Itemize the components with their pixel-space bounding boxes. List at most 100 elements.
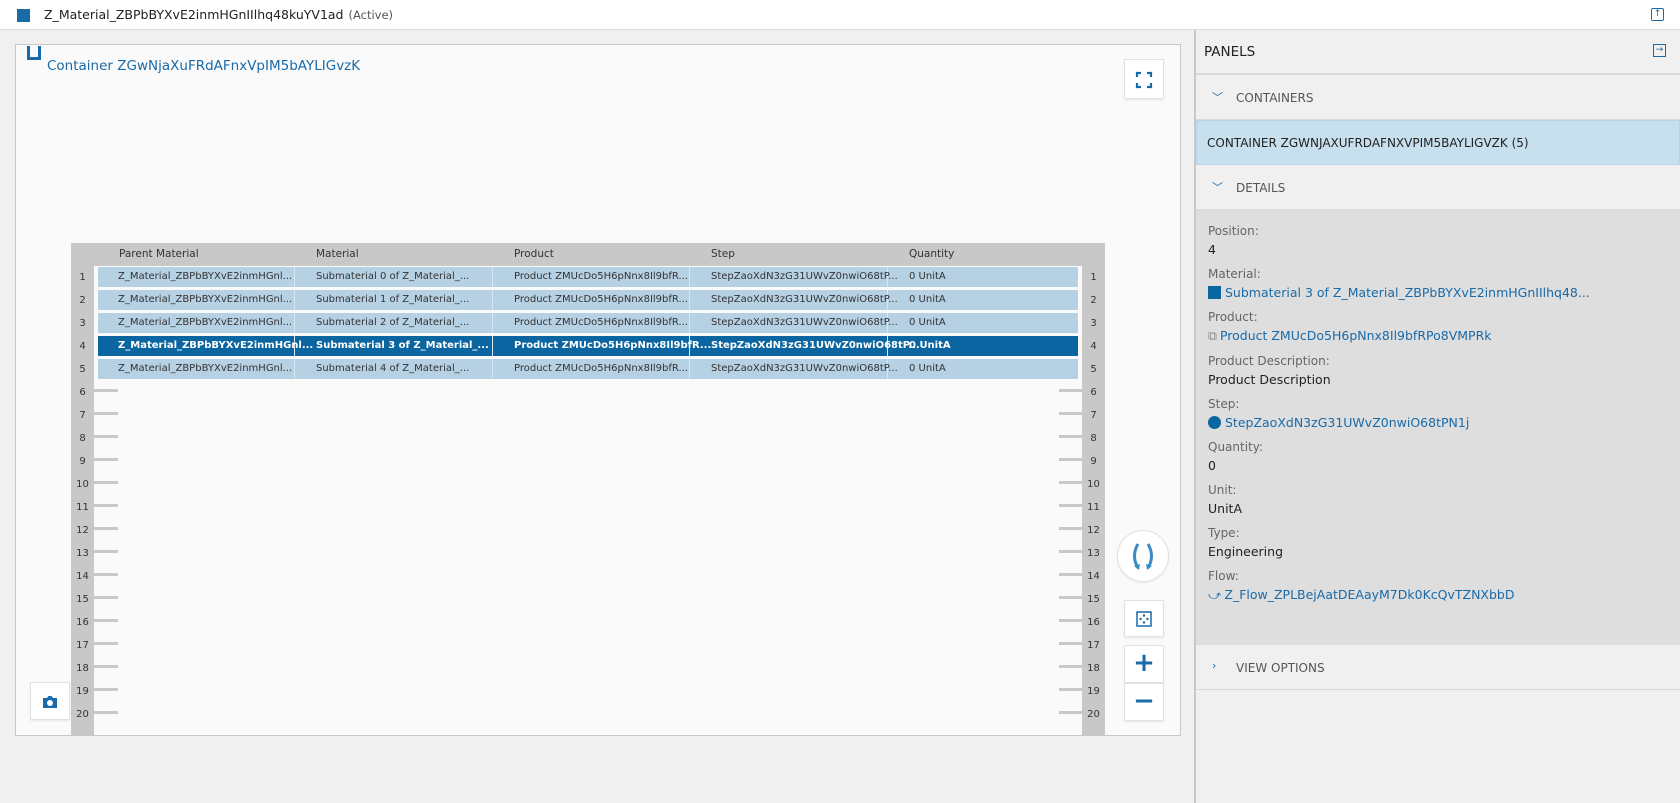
details-section-header[interactable]: ﹀ DETAILS	[1196, 165, 1680, 210]
table-row[interactable]: Z_Material_ZBPbBYXvE2inmHGnl... Submateri…	[98, 290, 1078, 310]
table-row[interactable]: Z_Material_ZBPbBYXvE2inmHGnl... Submateri…	[98, 313, 1078, 333]
right-position-number: 2	[1090, 295, 1097, 306]
container-grid: Parent Material Material Product Step Qu…	[71, 243, 1105, 735]
left-position-number: 2	[79, 295, 86, 306]
table-cell: 0 UnitA	[909, 294, 946, 305]
step-icon	[1208, 416, 1221, 429]
step-link[interactable]: StepZaoXdN3zG31UWvZ0nwiO68tPN1j	[1208, 415, 1668, 430]
right-position-number: 16	[1087, 617, 1100, 628]
empty-slot-marker	[94, 435, 118, 438]
empty-slot-marker	[94, 389, 118, 392]
cell-divider	[492, 267, 493, 287]
chevron-down-icon: ﹀	[1212, 181, 1223, 194]
rotate-button[interactable]	[1117, 530, 1169, 582]
left-position-number: 8	[79, 433, 86, 444]
right-position-number: 1	[1090, 272, 1097, 283]
collapse-panel-icon[interactable]: →	[1653, 44, 1666, 57]
empty-slot-marker	[1059, 573, 1083, 576]
containers-section-header[interactable]: ﹀ CONTAINERS	[1196, 75, 1680, 120]
empty-slot-marker	[1059, 642, 1083, 645]
product-label: Product:	[1208, 310, 1258, 324]
view-options-section-header[interactable]: › VIEW OPTIONS	[1196, 645, 1680, 690]
right-position-number: 14	[1087, 571, 1100, 582]
type-label: Type:	[1208, 526, 1240, 540]
table-cell: Z_Material_ZBPbBYXvE2inmHGnl...	[118, 363, 293, 374]
product-description-label: Product Description:	[1208, 354, 1330, 368]
empty-slot-marker	[1059, 481, 1083, 484]
fit-icon	[1136, 611, 1152, 627]
material-icon	[1208, 286, 1221, 299]
empty-slot-marker	[1059, 389, 1083, 392]
left-position-number: 16	[76, 617, 89, 628]
unit-label: Unit:	[1208, 483, 1237, 497]
empty-slot-marker	[94, 412, 118, 415]
zoom-in-button[interactable]: +	[1124, 645, 1164, 683]
left-position-number: 11	[76, 502, 89, 513]
flow-icon: ⤻	[1208, 587, 1222, 602]
empty-slot-marker	[94, 688, 118, 691]
table-cell: Z_Material_ZBPbBYXvE2inmHGnl...	[118, 317, 293, 328]
table-row[interactable]: Z_Material_ZBPbBYXvE2inmHGnl... Submateri…	[98, 267, 1078, 287]
table-cell: Submaterial 4 of Z_Material_...	[316, 363, 470, 374]
right-position-number: 13	[1087, 548, 1100, 559]
right-position-number: 11	[1087, 502, 1100, 513]
step-label: Step:	[1208, 397, 1240, 411]
table-cell: Submaterial 0 of Z_Material_...	[316, 271, 470, 282]
table-row[interactable]: Z_Material_ZBPbBYXvE2inmHGnl... Submateri…	[98, 359, 1078, 379]
export-icon[interactable]: ↑	[1651, 8, 1664, 21]
position-label: Position:	[1208, 224, 1259, 238]
material-icon	[17, 9, 30, 22]
col-quantity[interactable]: Quantity	[909, 248, 954, 260]
cell-divider	[492, 313, 493, 333]
fullscreen-button[interactable]	[1124, 59, 1164, 99]
cell-divider	[492, 290, 493, 310]
container-title[interactable]: Container ZGwNjaXuFRdAFnxVpIM5bAYLIGvzK	[47, 58, 360, 74]
screenshot-button[interactable]	[30, 682, 70, 720]
chevron-right-icon: ›	[1212, 659, 1217, 672]
right-position-number: 8	[1090, 433, 1097, 444]
containers-label: CONTAINERS	[1236, 91, 1314, 105]
col-product[interactable]: Product	[514, 248, 554, 260]
top-bar: Z_Material_ZBPbBYXvE2inmHGnIIlhq48kuYV1a…	[0, 0, 1680, 30]
cell-divider	[689, 267, 690, 287]
type-value: Engineering	[1208, 544, 1283, 559]
cell-divider	[689, 359, 690, 379]
left-position-number: 18	[76, 663, 89, 674]
material-value: Submaterial 3 of Z_Material_ZBPbBYXvE2in…	[1225, 285, 1590, 300]
zoom-out-button[interactable]: −	[1124, 683, 1164, 721]
right-position-number: 10	[1087, 479, 1100, 490]
table-row[interactable]: Z_Material_ZBPbBYXvE2inmHGnl... Submateri…	[98, 336, 1078, 356]
col-material[interactable]: Material	[316, 248, 359, 260]
table-cell: Z_Material_ZBPbBYXvE2inmHGnl...	[118, 294, 293, 305]
details-body: Position: 4 Material: Submaterial 3 of Z…	[1196, 210, 1680, 645]
left-position-number: 5	[79, 364, 86, 375]
left-position-number: 10	[76, 479, 89, 490]
table-cell: StepZaoXdN3zG31UWvZ0nwiO68tP...	[711, 317, 898, 328]
table-cell: 0 UnitA	[909, 363, 946, 374]
product-link[interactable]: ⧉ Product ZMUcDo5H6pNnx8Il9bfRPo8VMPRk	[1208, 328, 1668, 344]
position-value: 4	[1208, 242, 1216, 257]
col-parent-material[interactable]: Parent Material	[119, 248, 199, 260]
empty-slot-marker	[94, 573, 118, 576]
empty-slot-marker	[1059, 412, 1083, 415]
table-cell: StepZaoXdN3zG31UWvZ0nwiO68tP...	[711, 294, 898, 305]
left-position-number: 17	[76, 640, 89, 651]
step-value: StepZaoXdN3zG31UWvZ0nwiO68tPN1j	[1225, 415, 1470, 430]
material-link[interactable]: Submaterial 3 of Z_Material_ZBPbBYXvE2in…	[1208, 285, 1668, 300]
empty-slot-marker	[94, 642, 118, 645]
container-list-item[interactable]: CONTAINER ZGWNJAXUFRDAFNXVPIM5BAYLIGVZK …	[1196, 120, 1680, 165]
right-position-number: 15	[1087, 594, 1100, 605]
empty-slot-marker	[1059, 665, 1083, 668]
fit-button[interactable]	[1124, 600, 1164, 637]
right-position-number: 7	[1090, 410, 1097, 421]
col-step[interactable]: Step	[711, 248, 735, 260]
table-cell: StepZaoXdN3zG31UWvZ0nwiO68tP...	[711, 340, 920, 351]
left-position-number: 6	[79, 387, 86, 398]
flow-link[interactable]: ⤻ Z_Flow_ZPLBejAatDEAayM7Dk0KcQvTZNXbbD	[1208, 587, 1668, 603]
table-cell: Submaterial 1 of Z_Material_...	[316, 294, 470, 305]
material-label: Material:	[1208, 267, 1261, 281]
left-position-number: 1	[79, 272, 86, 283]
empty-slot-marker	[94, 619, 118, 622]
cell-divider	[689, 290, 690, 310]
table-cell: Submaterial 2 of Z_Material_...	[316, 317, 470, 328]
